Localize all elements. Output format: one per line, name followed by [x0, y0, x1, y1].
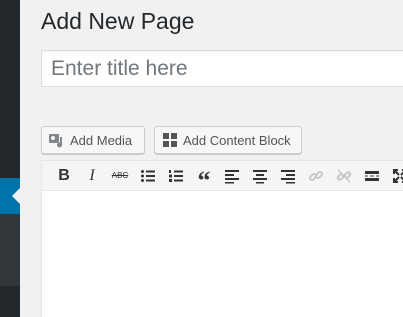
strikethrough-icon: ABC [111, 171, 129, 180]
blockquote-icon: “ [197, 165, 211, 195]
numbered-list-icon [168, 168, 184, 184]
admin-menu-upper[interactable] [0, 0, 20, 178]
align-left-button[interactable] [218, 162, 246, 190]
bulleted-list-icon [140, 168, 156, 184]
add-content-block-label: Add Content Block [183, 132, 291, 148]
insert-link-button[interactable] [302, 162, 330, 190]
blockquote-button[interactable]: “ [190, 162, 218, 195]
media-icon [48, 131, 66, 149]
italic-button[interactable]: I [78, 162, 106, 190]
align-right-icon [280, 168, 296, 184]
add-media-label: Add Media [70, 132, 133, 148]
read-more-button[interactable] [358, 162, 386, 190]
active-menu-arrow-icon [12, 188, 20, 204]
bold-icon: B [58, 166, 70, 184]
unlink-icon [336, 168, 352, 184]
content-editor: B I ABC “ [41, 160, 403, 317]
bold-button[interactable]: B [50, 162, 78, 190]
link-icon [308, 168, 324, 184]
editor-content-area[interactable] [42, 192, 403, 317]
admin-menu-submenu[interactable] [0, 214, 20, 286]
editor-toolbar: B I ABC “ [42, 161, 403, 195]
numbered-list-button[interactable] [162, 162, 190, 190]
page-title: Add New Page [41, 8, 195, 34]
post-title-input[interactable] [41, 50, 403, 87]
align-center-icon [252, 168, 268, 184]
align-right-button[interactable] [274, 162, 302, 190]
fullscreen-button[interactable] [386, 162, 403, 190]
add-content-block-button[interactable]: Add Content Block [154, 126, 302, 154]
fullscreen-icon [392, 168, 403, 184]
align-left-icon [224, 168, 240, 184]
grid-icon [161, 131, 179, 149]
bulleted-list-button[interactable] [134, 162, 162, 190]
italic-icon: I [89, 166, 95, 184]
strikethrough-button[interactable]: ABC [106, 162, 134, 190]
align-center-button[interactable] [246, 162, 274, 190]
remove-link-button[interactable] [330, 162, 358, 190]
read-more-icon [364, 168, 380, 184]
add-media-button[interactable]: Add Media [41, 126, 145, 154]
